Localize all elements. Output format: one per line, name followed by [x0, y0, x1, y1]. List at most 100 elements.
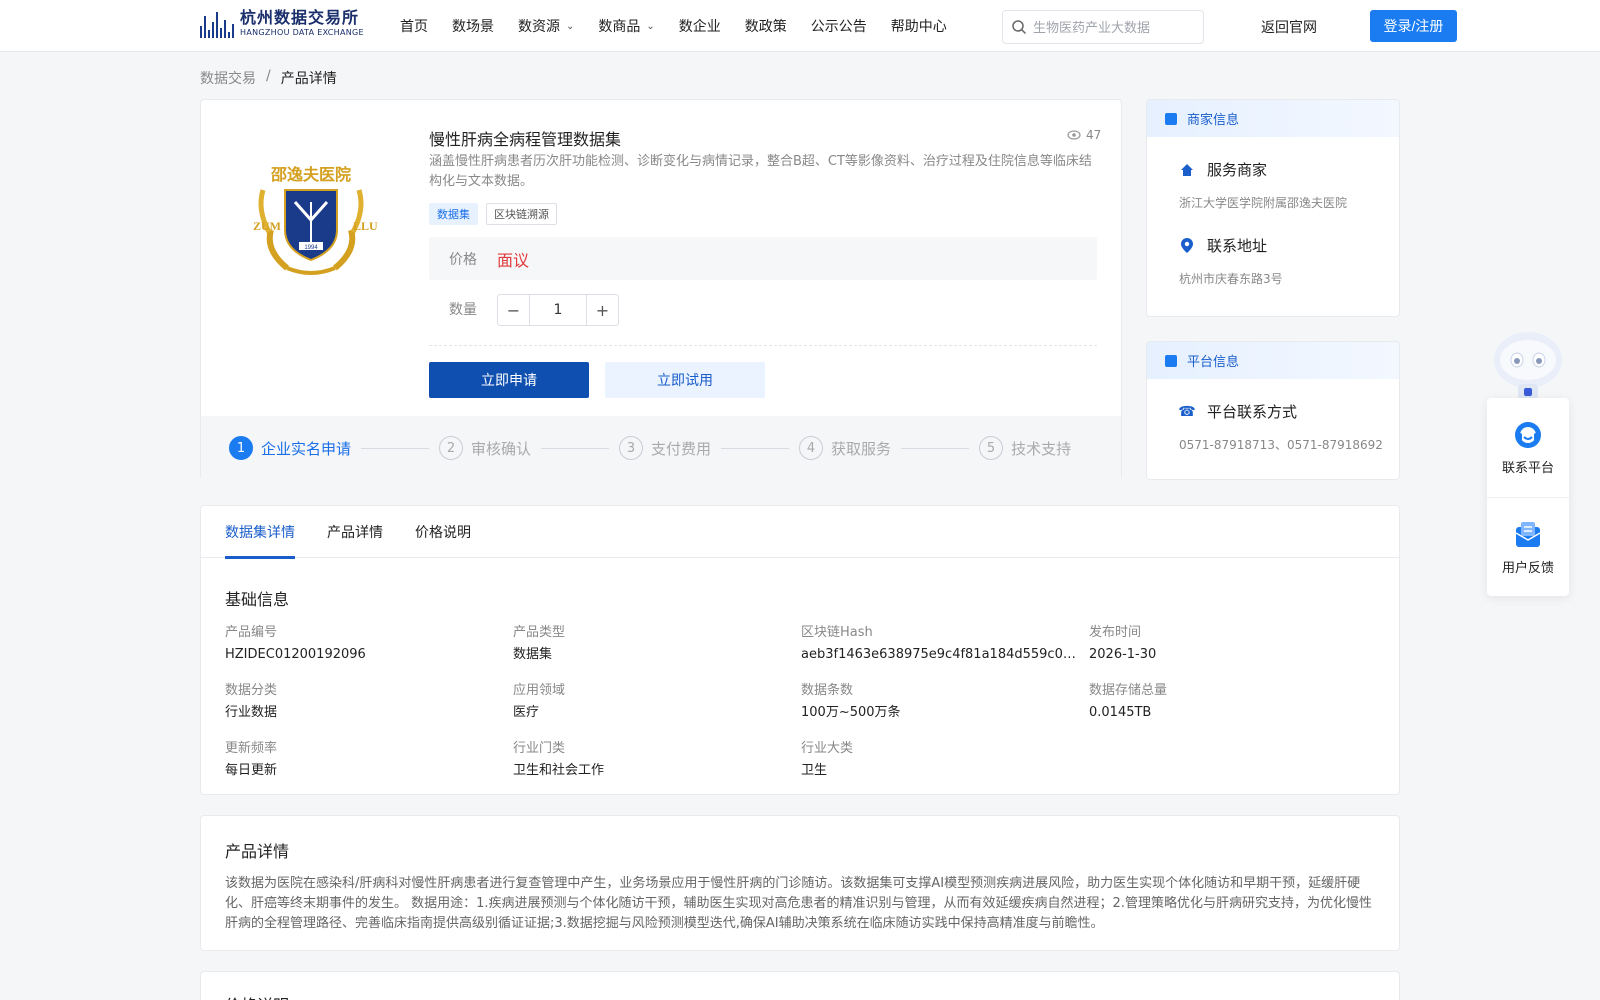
step-number: 2: [439, 436, 464, 460]
field-product-type: 产品类型 数据集: [513, 625, 566, 662]
user-feedback-button[interactable]: 用户反馈: [1487, 497, 1569, 596]
basic-info-grid: 产品编号 HZIDEC01200192096 产品类型 数据集 区块链Hash aeb…: [225, 624, 1375, 780]
tab-dataset-details[interactable]: 数据集详情: [225, 506, 295, 559]
svg-text:ZUM: ZUM: [253, 219, 281, 233]
search-box: [1002, 10, 1204, 44]
address-value: 杭州市庆春东路3号: [1179, 272, 1283, 286]
field-product-id: 产品编号 HZIDEC01200192096: [225, 625, 366, 662]
step-label: 技术支持: [1011, 439, 1072, 458]
nav-enterprises[interactable]: 数企业: [679, 16, 721, 36]
product-detail-card: 产品详情 该数据为医院在感染科/肝病科对慢性肝病患者进行复查管理中产生，业务场景…: [200, 815, 1400, 951]
home-icon: [1179, 163, 1195, 177]
contact-platform-button[interactable]: 联系平台: [1487, 398, 1569, 497]
plus-button[interactable]: +: [587, 295, 618, 325]
platform-info-header: 平台信息: [1147, 342, 1399, 379]
step-connector: [541, 447, 610, 449]
price-detail-card: 价格详明: [200, 971, 1400, 1000]
platform-contact-row: ☎ 平台联系方式 0571-87918713、0571-87918692: [1147, 401, 1399, 453]
quantity-value[interactable]: 1: [529, 295, 587, 325]
field-blockchain-hash: 区块链Hash aeb3f1463e638975e9c4f81a184d559c0…: [801, 625, 1077, 662]
login-register-button[interactable]: 登录/注册: [1370, 10, 1457, 42]
address-row: 联系地址 杭州市庆春东路3号: [1147, 235, 1399, 287]
breadcrumb-root[interactable]: 数据交易: [200, 68, 256, 88]
step-number: 1: [229, 436, 253, 460]
address-title: 联系地址: [1207, 237, 1268, 255]
nav-policies[interactable]: 数政策: [745, 16, 787, 36]
back-to-site-link[interactable]: 返回官网: [1261, 17, 1317, 37]
step-connector: [721, 447, 790, 449]
nav-announcements[interactable]: 公示公告: [811, 16, 867, 36]
main-nav: 首页 数场景 数资源 ⌄ 数商品 ⌄ 数企业 数政策 公示公告 帮助中心: [400, 0, 971, 52]
eye-icon: [1067, 130, 1081, 140]
tab-product-details[interactable]: 产品详情: [327, 506, 383, 558]
step-1: 1 企业实名申请: [229, 436, 351, 460]
divider: [429, 345, 1097, 346]
feedback-mail-icon: [1515, 521, 1541, 547]
search-icon: [1012, 20, 1027, 35]
svg-text:LLU: LLU: [353, 219, 378, 233]
platform-info-card: 平台信息 ☎ 平台联系方式 0571-87918713、0571-8791869…: [1146, 341, 1400, 480]
step-3: 3 支付费用: [619, 436, 711, 460]
field-application-domain: 应用领域 医疗: [513, 683, 566, 720]
logo-title: 杭州数据交易所: [240, 8, 360, 27]
field-update-frequency: 更新频率 每日更新: [225, 741, 278, 778]
step-label: 获取服务: [831, 439, 892, 458]
field-data-category: 数据分类 行业数据: [225, 683, 278, 720]
chevron-down-icon: ⌄: [646, 20, 655, 32]
price-detail-title: 价格详明: [225, 992, 289, 1000]
product-detail-title: 产品详情: [225, 842, 290, 861]
product-detail-text: 该数据为医院在感染科/肝病科对慢性肝病患者进行复查管理中产生，业务场景应用于慢性…: [225, 876, 1372, 931]
product-card: 1994 邵逸夫医院 ZUM LLU 慢性肝病全病程管理数据集 47 涵盖慢性肝…: [200, 99, 1122, 480]
tab-price-notes[interactable]: 价格说明: [415, 506, 471, 558]
service-merchant-title: 服务商家: [1207, 161, 1268, 179]
basic-info-title: 基础信息: [225, 590, 290, 609]
nav-products[interactable]: 数商品 ⌄: [598, 16, 654, 36]
breadcrumb: 数据交易 / 产品详情: [200, 68, 337, 88]
step-label: 审核确认: [471, 439, 532, 458]
top-header: 杭州数据交易所 HANGZHOU DATA EXCHANGE 首页 数场景 数资…: [0, 0, 1600, 52]
product-title: 慢性肝病全病程管理数据集: [429, 130, 622, 149]
process-steps: 1 企业实名申请 2 审核确认 3 支付费用 4 获取服务 5 技术支持: [201, 416, 1121, 480]
platform-contact-value: 0571-87918713、0571-87918692: [1179, 438, 1383, 452]
svg-text:邵逸夫医院: 邵逸夫医院: [270, 165, 351, 184]
breadcrumb-current: 产品详情: [280, 71, 337, 87]
apply-now-button[interactable]: 立即申请: [429, 362, 589, 398]
search-input[interactable]: [1033, 19, 1193, 35]
chevron-down-icon: ⌄: [566, 20, 575, 32]
hospital-logo: 1994 邵逸夫医院 ZUM LLU: [253, 165, 378, 275]
step-connector: [901, 447, 970, 449]
field-industry-division: 行业大类 卫生: [801, 741, 854, 778]
merchant-info-header: 商家信息: [1147, 100, 1399, 137]
price-value: 面议: [497, 250, 530, 270]
step-label: 支付费用: [651, 439, 712, 458]
product-description: 涵盖慢性肝病患者历次肝功能检测、诊断变化与病情记录，整合B超、CT等影像资料、治…: [429, 154, 1092, 189]
breadcrumb-separator: /: [266, 68, 271, 84]
platform-contact-title: 平台联系方式: [1207, 403, 1298, 421]
nav-help[interactable]: 帮助中心: [891, 16, 947, 36]
tag-dataset: 数据集: [429, 203, 478, 225]
store-icon: [1165, 112, 1177, 125]
step-connector: [361, 447, 430, 449]
nav-scenes[interactable]: 数场景: [452, 16, 494, 36]
minus-button[interactable]: −: [498, 295, 529, 325]
logo-subtitle: HANGZHOU DATA EXCHANGE: [240, 28, 364, 37]
merchant-info-card: 商家信息 服务商家 浙江大学医学院附属邵逸夫医院 联系地址 杭州市庆春东路3号: [1146, 99, 1400, 317]
step-number: 4: [799, 436, 824, 460]
product-tags: 数据集 区块链溯源: [429, 203, 557, 225]
field-publish-date: 发布时间 2026-1-30: [1089, 625, 1157, 662]
site-logo[interactable]: 杭州数据交易所 HANGZHOU DATA EXCHANGE: [200, 9, 364, 38]
nav-resources[interactable]: 数资源 ⌄: [518, 16, 574, 36]
nav-home[interactable]: 首页: [400, 16, 428, 36]
service-merchant-value: 浙江大学医学院附属邵逸夫医院: [1179, 196, 1348, 210]
monitor-icon: [1165, 354, 1177, 367]
service-merchant-row: 服务商家 浙江大学医学院附属邵逸夫医院: [1147, 159, 1399, 211]
floating-panel: 联系平台 用户反馈: [1487, 398, 1569, 596]
robot-mascot-icon[interactable]: [1488, 326, 1568, 400]
quantity-label: 数量: [449, 302, 477, 318]
field-record-count: 数据条数 100万~500万条: [801, 683, 901, 720]
detail-tabs: 数据集详情 产品详情 价格说明: [201, 506, 1399, 559]
field-industry-section: 行业门类 卫生和社会工作: [513, 741, 605, 778]
step-number: 3: [619, 436, 644, 460]
try-now-button[interactable]: 立即试用: [605, 362, 765, 398]
svg-text:1994: 1994: [304, 245, 318, 251]
